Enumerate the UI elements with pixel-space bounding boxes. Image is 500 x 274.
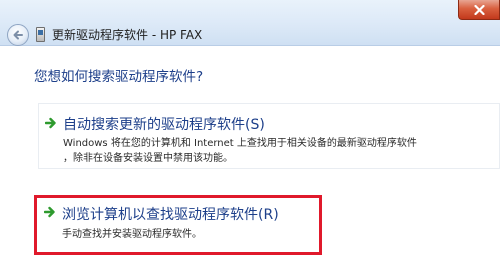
option-auto-desc-line1: Windows 将在您的计算机和 Internet 上查找用于相关设备的最新驱动… (63, 138, 417, 149)
green-arrow-icon (44, 206, 55, 218)
option-auto-search[interactable]: 自动搜索更新的驱动程序软件(S) Windows 将在您的计算机和 Intern… (38, 103, 500, 169)
option-auto-desc-line2: ，除非在设备安装设置中禁用该功能。 (63, 153, 233, 164)
title-bar: 更新驱动程序软件 - HP FAX (0, 0, 500, 46)
green-arrow-icon (45, 117, 56, 129)
back-button[interactable] (7, 24, 29, 46)
window-title: 更新驱动程序软件 - HP FAX (52, 28, 203, 42)
option-auto-title: 自动搜索更新的驱动程序软件(S) (63, 117, 265, 133)
page-question: 您想如何搜索驱动程序软件? (34, 69, 204, 85)
option-auto-description: Windows 将在您的计算机和 Internet 上查找用于相关设备的最新驱动… (63, 136, 493, 166)
device-icon (36, 27, 45, 42)
option-browse-description: 手动查找并安装驱动程序软件。 (62, 229, 202, 240)
option-browse-computer[interactable]: 浏览计算机以查找驱动程序软件(R) 手动查找并安装驱动程序软件。 (38, 197, 500, 274)
close-button[interactable] (458, 0, 500, 20)
back-arrow-icon (13, 30, 23, 40)
option-browse-title: 浏览计算机以查找驱动程序软件(R) (62, 207, 279, 223)
close-icon (474, 5, 485, 15)
